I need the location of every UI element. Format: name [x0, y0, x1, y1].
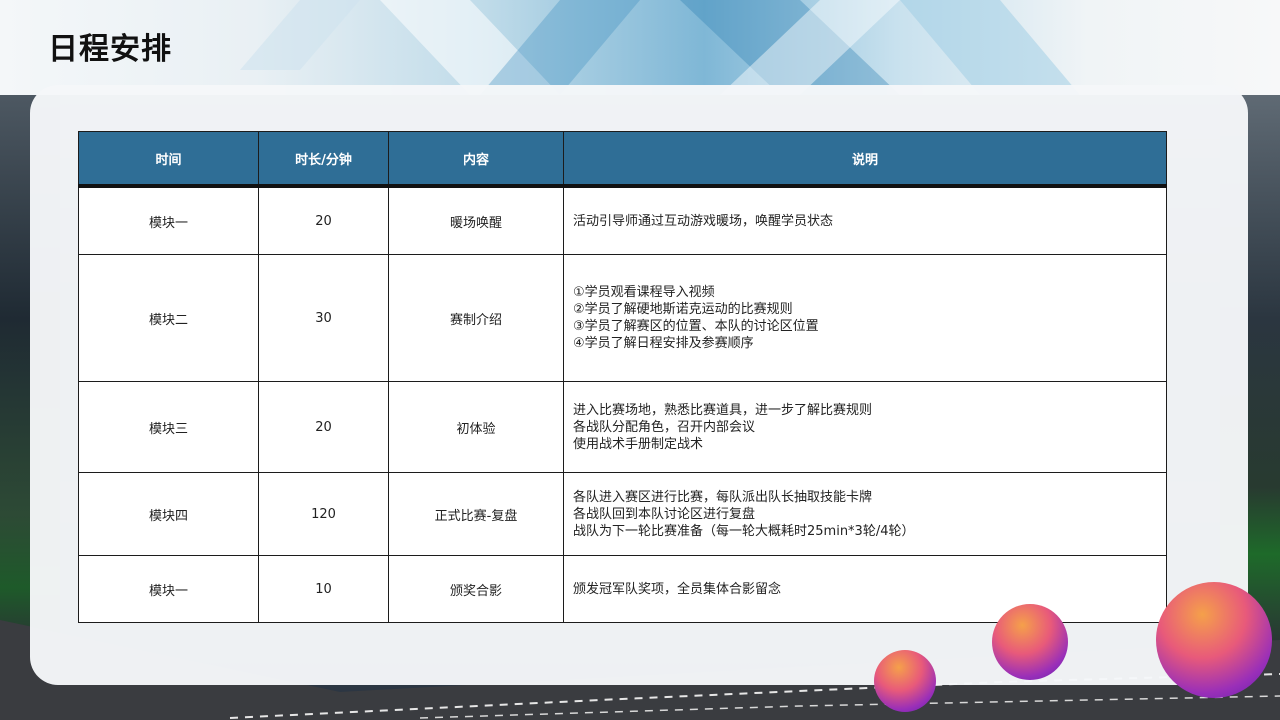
content-cell: 赛制介绍 [388, 254, 564, 382]
decorative-sphere-large [1156, 582, 1272, 698]
description-cell: 进入比赛场地，熟悉比赛道具，进一步了解比赛规则 各战队分配角色，召开内部会议 使… [563, 381, 1167, 473]
description-cell: 各队进入赛区进行比赛，每队派出队长抽取技能卡牌 各战队回到本队讨论区进行复盘 战… [563, 472, 1167, 556]
duration-cell: 20 [258, 185, 389, 255]
description-line: ②学员了解硬地斯诺克运动的比赛规则 [573, 302, 793, 317]
description-cell: ①学员观看课程导入视频 ②学员了解硬地斯诺克运动的比赛规则 ③学员了解赛区的位置… [563, 254, 1167, 382]
background-top-band [0, 0, 1280, 95]
table-row: 模块三 20 初体验 进入比赛场地，熟悉比赛道具，进一步了解比赛规则 各战队分配… [78, 381, 1167, 473]
description-cell: 颁发冠军队奖项，全员集体合影留念 [563, 555, 1167, 623]
description-line: 使用战术手册制定战术 [573, 436, 704, 452]
table-row: 模块一 20 暖场唤醒 活动引导师通过互动游戏暖场，唤醒学员状态 [78, 185, 1167, 255]
table-header-row: 时间 时长/分钟 内容 说明 [78, 131, 1167, 188]
module-cell: 模块一 [78, 555, 259, 623]
table-row: 模块二 30 赛制介绍 ①学员观看课程导入视频 ②学员了解硬地斯诺克运动的比赛规… [78, 254, 1167, 382]
content-cell: 颁奖合影 [388, 555, 564, 623]
page-title: 日程安排 [48, 32, 172, 67]
description-cell: 活动引导师通过互动游戏暖场，唤醒学员状态 [563, 185, 1167, 255]
description-line: 战队为下一轮比赛准备（每一轮大概耗时25min*3轮/4轮） [573, 523, 915, 539]
module-cell: 模块三 [78, 381, 259, 473]
module-cell: 模块二 [78, 254, 259, 382]
description-line: 各战队回到本队讨论区进行复盘 [573, 506, 756, 522]
content-cell: 暖场唤醒 [388, 185, 564, 255]
module-cell: 模块一 [78, 185, 259, 255]
table-row: 模块一 10 颁奖合影 颁发冠军队奖项，全员集体合影留念 [78, 555, 1167, 623]
content-cell: 正式比赛-复盘 [388, 472, 564, 556]
header-description: 说明 [563, 131, 1167, 188]
module-cell: 模块四 [78, 472, 259, 556]
background-diamond-pattern [240, 0, 1080, 95]
duration-cell: 120 [258, 472, 389, 556]
decorative-sphere-small [874, 650, 936, 712]
description-line: 进入比赛场地，熟悉比赛道具，进一步了解比赛规则 [573, 402, 873, 418]
table-row: 模块四 120 正式比赛-复盘 各队进入赛区进行比赛，每队派出队长抽取技能卡牌 … [78, 472, 1167, 556]
schedule-table: 时间 时长/分钟 内容 说明 模块一 20 暖场唤醒 活动引导师通过互动游戏暖场… [78, 131, 1167, 623]
description-line: ①学员观看课程导入视频 [573, 285, 715, 300]
header-time: 时间 [78, 131, 259, 188]
description-line: 颁发冠军队奖项，全员集体合影留念 [573, 581, 782, 597]
duration-cell: 10 [258, 555, 389, 623]
description-line: ④学员了解日程安排及参赛顺序 [573, 336, 754, 351]
description-line: 各队进入赛区进行比赛，每队派出队长抽取技能卡牌 [573, 489, 873, 505]
description-line: ③学员了解赛区的位置、本队的讨论区位置 [573, 319, 819, 334]
description-line: 活动引导师通过互动游戏暖场，唤醒学员状态 [573, 213, 834, 229]
duration-cell: 30 [258, 254, 389, 382]
header-content: 内容 [388, 131, 564, 188]
decorative-sphere-medium [992, 604, 1068, 680]
content-cell: 初体验 [388, 381, 564, 473]
description-line: 各战队分配角色，召开内部会议 [573, 419, 756, 435]
duration-cell: 20 [258, 381, 389, 473]
header-duration: 时长/分钟 [258, 131, 389, 188]
